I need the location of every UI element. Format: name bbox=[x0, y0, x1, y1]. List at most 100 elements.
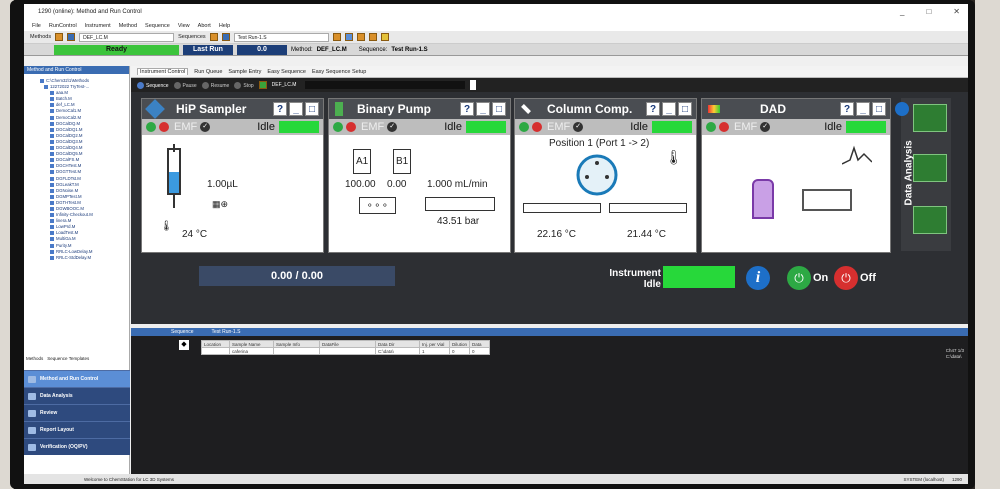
column-header[interactable]: Sample Info bbox=[273, 340, 320, 348]
save-sequence-icon[interactable] bbox=[221, 33, 230, 41]
minimize-button[interactable]: _ bbox=[900, 7, 904, 16]
module-binary-pump[interactable]: Binary Pump ? _ □ EMF ✓ Idle A1 B1 100.00 0… bbox=[328, 98, 511, 253]
column-header[interactable]: Data Dir bbox=[375, 340, 420, 348]
module-column-comp[interactable]: Column Comp. ? _ □ EMF ✓ Idle Position 1 (P… bbox=[514, 98, 697, 253]
nav-method-run-control[interactable]: Method and Run Control bbox=[24, 370, 130, 387]
resume-button[interactable]: Resume bbox=[201, 81, 229, 89]
tab-test-run[interactable]: Test Run-1.S bbox=[212, 328, 241, 336]
pressure-gauge bbox=[425, 197, 495, 211]
tab-instrument-control[interactable]: Instrument Control bbox=[137, 68, 189, 75]
run-progress: 0.00 / 0.00 bbox=[199, 266, 395, 286]
book-icon[interactable] bbox=[368, 33, 377, 41]
sequence-select[interactable]: Test Run-1.S bbox=[233, 32, 329, 42]
tab-easy-sequence[interactable]: Easy Sequence bbox=[267, 69, 306, 75]
instrument-id: 1290 bbox=[951, 476, 962, 482]
module-help-button[interactable]: ? bbox=[273, 102, 287, 116]
tab-methods[interactable]: Methods bbox=[26, 356, 43, 361]
menu-file[interactable]: File bbox=[32, 23, 41, 29]
menu-method[interactable]: Method bbox=[119, 23, 137, 29]
nav-report-layout[interactable]: Report Layout bbox=[24, 421, 130, 438]
column-header[interactable]: Dilution bbox=[448, 340, 471, 348]
on-icon[interactable] bbox=[146, 122, 156, 132]
view-icon[interactable] bbox=[344, 33, 353, 41]
menu-view[interactable]: View bbox=[178, 23, 190, 29]
sequence-run-button[interactable]: Sequence bbox=[137, 81, 169, 89]
module-dad[interactable]: DAD ? _ □ EMF ✓ Idle bbox=[701, 98, 891, 253]
on-icon[interactable] bbox=[706, 122, 716, 132]
pump-pressure: 43.51 bar bbox=[437, 216, 480, 227]
column-header[interactable]: Data bbox=[469, 340, 491, 348]
sequence-side-info: Ch47 1/3 C:\data\ bbox=[946, 348, 964, 360]
on-icon[interactable] bbox=[333, 122, 343, 132]
module-hip-sampler[interactable]: HiP Sampler ? _ □ EMF ✓ Idle 1.00µL ▦⊕ 🌡 24… bbox=[141, 98, 324, 253]
module-maximize-button[interactable]: □ bbox=[305, 102, 319, 116]
tab-sample-entry[interactable]: Sample Entry bbox=[228, 69, 261, 75]
table-cell[interactable] bbox=[273, 347, 320, 355]
module-maximize-button[interactable]: □ bbox=[492, 102, 506, 116]
expand-arrow-icon[interactable] bbox=[895, 102, 909, 116]
save-method-icon[interactable] bbox=[67, 33, 76, 41]
on-icon[interactable] bbox=[519, 122, 529, 132]
column-header[interactable]: Inj. per Vial bbox=[419, 340, 450, 348]
menu-abort[interactable]: Abort bbox=[198, 23, 211, 29]
column-icon bbox=[521, 104, 531, 114]
module-minimize-button[interactable]: _ bbox=[662, 102, 676, 116]
seqbar-slider[interactable] bbox=[470, 80, 477, 90]
table-cell[interactable] bbox=[201, 347, 230, 355]
table-cell[interactable]: caferina bbox=[229, 347, 274, 355]
status-bar: Ready Last Run 0.0 Method: DEF_LC.M Sequ… bbox=[24, 44, 968, 56]
off-icon[interactable] bbox=[159, 122, 169, 132]
tab-sequence[interactable]: Sequence bbox=[171, 328, 194, 336]
column-header[interactable]: DataFile bbox=[319, 340, 376, 348]
module-maximize-button[interactable]: □ bbox=[678, 102, 692, 116]
info-icon[interactable]: i bbox=[746, 266, 770, 290]
stop-button[interactable]: Stop bbox=[234, 81, 254, 89]
help-icon[interactable] bbox=[380, 33, 389, 41]
table-cell[interactable]: 0 bbox=[448, 347, 471, 355]
power-off-icon[interactable]: ⏻ bbox=[834, 266, 858, 290]
off-icon[interactable] bbox=[532, 122, 542, 132]
maximize-button[interactable]: □ bbox=[926, 7, 931, 16]
module-minimize-button[interactable]: _ bbox=[476, 102, 490, 116]
tab-sequence-templates[interactable]: Sequence Templates bbox=[47, 356, 89, 361]
sequence-table-icon[interactable]: ◆ bbox=[179, 340, 189, 350]
balance-icon[interactable] bbox=[913, 154, 947, 182]
module-help-button[interactable]: ? bbox=[840, 102, 854, 116]
chromatogram-icon[interactable] bbox=[913, 104, 947, 132]
off-icon[interactable] bbox=[346, 122, 356, 132]
menu-instrument[interactable]: Instrument bbox=[85, 23, 111, 29]
nav-review[interactable]: Review bbox=[24, 404, 130, 421]
open-method-icon[interactable] bbox=[55, 33, 64, 41]
module-help-button[interactable]: ? bbox=[460, 102, 474, 116]
module-maximize-button[interactable]: □ bbox=[872, 102, 886, 116]
menu-sequence[interactable]: Sequence bbox=[145, 23, 170, 29]
tab-easy-sequence-setup[interactable]: Easy Sequence Setup bbox=[312, 69, 366, 75]
pause-button[interactable]: Pause bbox=[173, 81, 197, 89]
close-button[interactable]: ✕ bbox=[953, 7, 960, 16]
table-cell[interactable]: 0 bbox=[469, 347, 491, 355]
print-icon[interactable] bbox=[356, 33, 365, 41]
power-on-icon[interactable]: ⏻ bbox=[787, 266, 811, 290]
off-icon[interactable] bbox=[719, 122, 729, 132]
menu-help[interactable]: Help bbox=[219, 23, 230, 29]
table-cell[interactable] bbox=[319, 347, 376, 355]
tree-item[interactable]: RRLC-StdDelay.M bbox=[28, 255, 129, 261]
column-header[interactable]: Location bbox=[201, 340, 230, 348]
method-select[interactable]: DEF_LC.M bbox=[79, 32, 175, 42]
module-minimize-button[interactable]: _ bbox=[856, 102, 870, 116]
module-help-button[interactable]: ? bbox=[646, 102, 660, 116]
taskbar: Welcome to ChemStation for LC 3D Systems… bbox=[24, 474, 968, 484]
table-cell[interactable]: 1 bbox=[419, 347, 450, 355]
column-header[interactable]: Sample Name bbox=[229, 340, 274, 348]
nav-verification[interactable]: Verification (OQ/PV) bbox=[24, 438, 130, 455]
menu-runcontrol[interactable]: RunControl bbox=[49, 23, 77, 29]
table-cell[interactable]: C:\data\ bbox=[375, 347, 420, 355]
nav-data-analysis[interactable]: Data Analysis bbox=[24, 387, 130, 404]
layout-icon[interactable] bbox=[332, 33, 341, 41]
tab-run-queue[interactable]: Run Queue bbox=[194, 69, 222, 75]
module-minimize-button[interactable]: _ bbox=[289, 102, 303, 116]
open-sequence-icon[interactable] bbox=[209, 33, 218, 41]
report-icon[interactable] bbox=[913, 206, 947, 234]
monitor-bezel: 1290 (online): Method and Run Control _ … bbox=[10, 0, 975, 489]
user-status: SYSTEM (localhost) bbox=[903, 476, 944, 482]
